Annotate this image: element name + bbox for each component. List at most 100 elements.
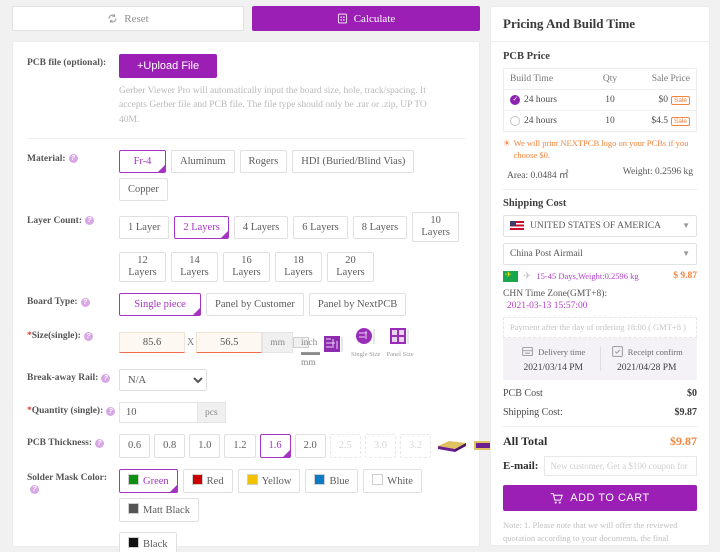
sale-badge: Sale [670, 95, 690, 105]
pricing-column: Pricing And Build Time PCB Price Build T… [490, 0, 720, 552]
order-form-panel: PCB file (optional): +Upload File Gerber… [12, 41, 504, 552]
airmail-icon: ✈ [523, 270, 532, 282]
help-icon[interactable]: ? [68, 154, 78, 164]
size-preview-icons: Single Size Panel Size [323, 327, 414, 358]
pcb-price-title: PCB Price [503, 51, 550, 62]
material-option-aluminum[interactable]: Aluminum [171, 149, 235, 173]
mask-option-matt-black[interactable]: Matt Black [119, 497, 199, 522]
single-size-caption: Single Size [351, 351, 381, 359]
table-row[interactable]: 24 hours 10 $4.5 Sale [504, 111, 696, 131]
material-label: Material:? [27, 150, 119, 166]
price-value: $0 [658, 95, 668, 105]
layer-option-4[interactable]: 4 Layers [233, 215, 289, 239]
price-cell: $0 Sale [628, 95, 690, 105]
delivery-time-col: Delivery time 2021/03/14 PM [507, 345, 600, 373]
header-sale-price: Sale Price [651, 74, 690, 84]
pcb-cost-value: $0 [687, 388, 697, 400]
mask-option-blue[interactable]: Blue [305, 468, 359, 493]
shipping-detail-row: ✈ 15-45 Days,Weight:0.2596 kg $ 9.87 [503, 270, 697, 282]
carrier-select[interactable]: China Post Airmail ▼ [503, 242, 697, 265]
refresh-icon [108, 14, 117, 23]
field-solder-mask-color: Solder Mask Color:? Green Red Yellow Blu… [27, 468, 465, 552]
build-time-value: 24 hours [524, 116, 557, 126]
help-icon[interactable]: ? [84, 216, 94, 226]
mask-option-white[interactable]: White [363, 468, 422, 493]
radio-unselected-icon[interactable] [510, 116, 520, 126]
size-height-input[interactable] [196, 332, 263, 354]
country-value: UNITED STATES OF AMERICA [530, 220, 661, 231]
breakaway-rail-select[interactable]: N/A [119, 369, 207, 392]
thickness-option-1-6[interactable]: 1.6 [259, 434, 291, 458]
calculate-button[interactable]: Calculate [252, 6, 480, 31]
help-icon[interactable]: ? [95, 438, 105, 448]
totals-divider [503, 426, 697, 428]
layer-option-6[interactable]: 6 Layers [293, 215, 348, 239]
logo-warning-text: We will print NEXTPCB logo on your PCBs … [513, 138, 689, 160]
material-option-hdi[interactable]: HDI (Buried/Blind Vias) [292, 149, 415, 173]
help-icon[interactable]: ? [80, 297, 90, 307]
field-pcb-thickness: PCB Thickness:? 0.6 0.8 1.0 1.2 1.6 2.0 … [27, 434, 504, 458]
swatch-red [191, 473, 203, 485]
size-separator: X [187, 337, 195, 349]
quantity-unit-label: pcs [197, 402, 226, 424]
order-form-column: Reset Calculate PCB file (optional): +Up… [0, 0, 504, 552]
mask-option-yellow[interactable]: Yellow [237, 468, 301, 493]
thickness-option-1-0[interactable]: 1.0 [189, 434, 221, 458]
swatch-matt-black [128, 502, 139, 514]
help-icon[interactable]: ? [101, 373, 111, 383]
layer-option-12[interactable]: 12 Layers [119, 252, 166, 283]
quantity-input[interactable] [119, 402, 197, 424]
thickness-option-2-0[interactable]: 2.0 [294, 434, 326, 458]
build-time-value: 24 hours [524, 95, 557, 105]
sale-badge: Sale [670, 116, 690, 126]
material-option-copper[interactable]: Copper [119, 177, 168, 201]
shipping-cost-row: Shipping Cost: $9.87 [503, 407, 697, 418]
logo-warning: ☀ We will print NEXTPCB logo on your PCB… [503, 138, 697, 162]
price-option-1[interactable]: 24 hours [510, 95, 592, 105]
layer-option-2[interactable]: 2 Layers [174, 215, 229, 239]
layer-option-20[interactable]: 20 Layers [327, 252, 374, 283]
add-to-cart-button[interactable]: ADD TO CART [503, 485, 697, 512]
help-icon[interactable]: ? [30, 484, 39, 494]
layer-option-10[interactable]: 10 Layers [412, 212, 460, 243]
board-type-option-panel-nextpcb[interactable]: Panel by NextPCB [308, 293, 407, 317]
material-option-fr4[interactable]: Fr-4 [119, 149, 166, 173]
board-type-option-single[interactable]: Single piece [119, 293, 201, 317]
shipping-cost-label: Shipping Cost: [503, 407, 563, 419]
receipt-confirm-label: Receipt confirm [627, 346, 683, 357]
layer-option-18[interactable]: 18 Layers [275, 252, 322, 283]
mask-option-red[interactable]: Red [182, 468, 233, 493]
country-select[interactable]: UNITED STATES OF AMERICA ▼ [503, 214, 697, 237]
shipping-price: $ 9.87 [673, 271, 697, 282]
reset-button[interactable]: Reset [12, 6, 244, 31]
board-type-option-panel-customer[interactable]: Panel by Customer [206, 293, 304, 317]
shipping-title: Shipping Cost [503, 197, 567, 209]
thickness-option-0-6[interactable]: 0.6 [119, 434, 151, 458]
panel-size-thumb: Panel Size [386, 327, 414, 358]
price-option-2[interactable]: 24 hours [510, 116, 592, 126]
layer-option-8[interactable]: 8 Layers [352, 215, 408, 239]
unit-switch-toggle[interactable]: inch ▬▬ mm [293, 337, 320, 368]
warning-icon: ☀ [503, 138, 511, 148]
delivery-time-value: 2021/03/14 PM [523, 363, 583, 374]
upload-file-button[interactable]: +Upload File [119, 54, 218, 78]
field-pcb-file: PCB file (optional): +Upload File Gerber… [27, 54, 465, 127]
thickness-option-0-8[interactable]: 0.8 [154, 434, 186, 458]
pricing-note: Note: 1. Please note that we will offer … [503, 520, 678, 543]
radio-selected-icon[interactable] [510, 95, 520, 105]
layer-option-14[interactable]: 14 Layers [171, 252, 218, 283]
table-row[interactable]: 24 hours 10 $0 Sale [504, 90, 696, 111]
email-field[interactable] [544, 456, 697, 477]
calculate-label: Calculate [353, 12, 396, 25]
help-icon[interactable]: ? [106, 406, 116, 416]
help-icon[interactable]: ? [83, 331, 93, 341]
mask-option-black[interactable]: Black [119, 531, 177, 552]
material-option-rogers[interactable]: Rogers [239, 149, 288, 173]
header-build-time: Build Time [510, 74, 554, 84]
thickness-option-1-2[interactable]: 1.2 [224, 434, 256, 458]
mask-option-green[interactable]: Green [119, 468, 178, 493]
layer-option-1[interactable]: 1 Layer [119, 215, 170, 239]
size-width-input[interactable] [119, 332, 185, 354]
layer-option-16[interactable]: 16 Layers [223, 252, 270, 283]
china-post-icon [503, 270, 518, 282]
